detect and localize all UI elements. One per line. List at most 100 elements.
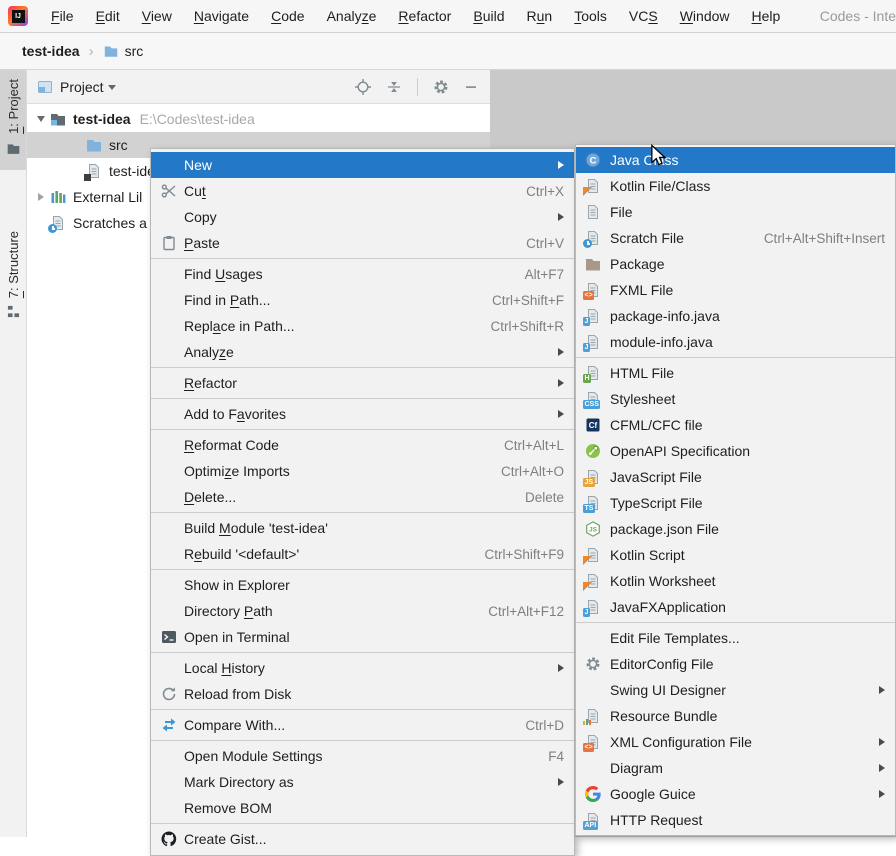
menubar-item-view[interactable]: View [131, 0, 183, 32]
menu-item-shortcut: Ctrl+V [498, 236, 564, 251]
locate-icon[interactable] [355, 79, 371, 95]
collapse-all-icon[interactable] [386, 79, 402, 95]
menu-item-rebuild-default[interactable]: Rebuild '<default>'Ctrl+Shift+F9 [151, 541, 574, 567]
menu-item-delete[interactable]: Delete...Delete [151, 484, 574, 510]
menubar-item-run[interactable]: Run [516, 0, 564, 32]
menu-item-javafxapplication[interactable]: JJavaFXApplication [576, 594, 895, 620]
menu-item-kotlin-file-class[interactable]: Kotlin File/Class [576, 173, 895, 199]
menu-item-replace-in-path[interactable]: Replace in Path...Ctrl+Shift+R [151, 313, 574, 339]
menubar-item-build[interactable]: Build [462, 0, 515, 32]
menu-item-scratch-file[interactable]: Scratch FileCtrl+Alt+Shift+Insert [576, 225, 895, 251]
menu-item-refactor[interactable]: Refactor [151, 370, 574, 396]
menu-item-module-info-java[interactable]: Jmodule-info.java [576, 329, 895, 355]
stripe-tab-project[interactable]: 1: Project [0, 70, 26, 170]
breadcrumb-project[interactable]: test-idea [22, 43, 80, 59]
menu-item-xml-configuration-file[interactable]: <>XML Configuration File [576, 729, 895, 755]
menubar-item-edit[interactable]: Edit [85, 0, 131, 32]
menu-item-fxml-file[interactable]: <>FXML File [576, 277, 895, 303]
menu-item-javascript-file[interactable]: JSJavaScript File [576, 464, 895, 490]
menu-item-reformat-code[interactable]: Reformat CodeCtrl+Alt+L [151, 432, 574, 458]
menu-item-label: Remove BOM [184, 800, 272, 816]
menu-item-add-to-favorites[interactable]: Add to Favorites [151, 401, 574, 427]
menu-item-label: Rebuild '<default>' [184, 546, 299, 562]
menu-item-java-class[interactable]: CJava Class [576, 147, 895, 173]
menu-item-label: Optimize Imports [184, 463, 290, 479]
menu-item-optimize-imports[interactable]: Optimize ImportsCtrl+Alt+O [151, 458, 574, 484]
menu-item-compare-with[interactable]: Compare With...Ctrl+D [151, 712, 574, 738]
new-submenu: CJava ClassKotlin File/ClassFileScratch … [575, 144, 896, 836]
menubar-item-tools[interactable]: Tools [563, 0, 618, 32]
main-menu-bar: FileEditViewNavigateCodeAnalyzeRefactorB… [40, 0, 791, 32]
menubar-item-navigate[interactable]: Navigate [183, 0, 260, 32]
menu-item-cfml-cfc-file[interactable]: CfCFML/CFC file [576, 412, 895, 438]
menu-item-paste[interactable]: PasteCtrl+V [151, 230, 574, 256]
menu-item-directory-path[interactable]: Directory PathCtrl+Alt+F12 [151, 598, 574, 624]
folder-icon [103, 43, 119, 59]
menu-item-typescript-file[interactable]: TSTypeScript File [576, 490, 895, 516]
menu-item-remove-bom[interactable]: Remove BOM [151, 795, 574, 821]
menu-item-edit-file-templates[interactable]: Edit File Templates... [576, 625, 895, 651]
menu-icon-spacer [159, 343, 179, 361]
menu-item-google-guice[interactable]: Google Guice [576, 781, 895, 807]
menu-item-html-file[interactable]: H HTML File [576, 360, 895, 386]
hide-icon[interactable] [464, 80, 478, 94]
menu-item-openapi-specification[interactable]: OpenAPI Specification [576, 438, 895, 464]
menu-separator [576, 357, 895, 358]
menubar-item-analyze[interactable]: Analyze [316, 0, 388, 32]
menu-item-label: Add to Favorites [184, 406, 286, 422]
menu-item-editorconfig-file[interactable]: EditorConfig File [576, 651, 895, 677]
menu-item-reload-from-disk[interactable]: Reload from Disk [151, 681, 574, 707]
menu-item-open-module-settings[interactable]: Open Module SettingsF4 [151, 743, 574, 769]
chevron-down-icon[interactable] [108, 85, 116, 90]
tree-expander-closed-icon[interactable] [33, 193, 49, 201]
menu-item-resource-bundle[interactable]: Resource Bundle [576, 703, 895, 729]
menu-item-package-info-java[interactable]: Jpackage-info.java [576, 303, 895, 329]
menu-item-stylesheet[interactable]: CSSStylesheet [576, 386, 895, 412]
menu-item-open-in-terminal[interactable]: Open in Terminal [151, 624, 574, 650]
menu-item-local-history[interactable]: Local History [151, 655, 574, 681]
menu-icon-spacer [159, 602, 179, 620]
menu-item-label: HTML File [610, 365, 674, 381]
menu-item-find-usages[interactable]: Find UsagesAlt+F7 [151, 261, 574, 287]
java-icon: J [584, 307, 602, 325]
menu-item-build-module-test-idea[interactable]: Build Module 'test-idea' [151, 515, 574, 541]
menubar-item-refactor[interactable]: Refactor [387, 0, 462, 32]
html-icon: H [584, 364, 602, 382]
menu-icon-spacer [159, 659, 179, 677]
menu-item-create-gist[interactable]: Create Gist... [151, 826, 574, 852]
menu-item-kotlin-script[interactable]: Kotlin Script [576, 542, 895, 568]
menu-item-new[interactable]: New [151, 152, 574, 178]
menu-separator [151, 367, 574, 368]
menu-item-analyze[interactable]: Analyze [151, 339, 574, 365]
menu-item-cut[interactable]: CutCtrl+X [151, 178, 574, 204]
menu-item-label: package-info.java [610, 308, 720, 324]
menu-separator [151, 709, 574, 710]
menu-item-copy[interactable]: Copy [151, 204, 574, 230]
menubar-item-file[interactable]: File [40, 0, 85, 32]
menu-item-mark-directory-as[interactable]: Mark Directory as [151, 769, 574, 795]
source-folder-icon [85, 136, 103, 154]
menu-item-show-in-explorer[interactable]: Show in Explorer [151, 572, 574, 598]
structure-icon [7, 305, 20, 323]
breadcrumb-folder[interactable]: src [125, 43, 144, 59]
menu-item-diagram[interactable]: Diagram [576, 755, 895, 781]
menubar-item-code[interactable]: Code [260, 0, 315, 32]
menu-item-kotlin-worksheet[interactable]: Kotlin Worksheet [576, 568, 895, 594]
menu-item-package[interactable]: Package [576, 251, 895, 277]
stripe-tab-structure[interactable]: 7: Structure [0, 222, 26, 332]
menubar-item-help[interactable]: Help [741, 0, 792, 32]
menu-separator [151, 823, 574, 824]
menubar-item-window[interactable]: Window [669, 0, 741, 32]
menu-item-package-json-file[interactable]: JSpackage.json File [576, 516, 895, 542]
tree-expander-open-icon[interactable] [33, 116, 49, 122]
menubar-item-vcs[interactable]: VCS [618, 0, 669, 32]
menu-item-swing-ui-designer[interactable]: Swing UI Designer [576, 677, 895, 703]
panel-title[interactable]: Project [60, 79, 104, 95]
menu-item-find-in-path[interactable]: Find in Path...Ctrl+Shift+F [151, 287, 574, 313]
tree-row-test-idea[interactable]: test-ideaE:\Codes\test-idea [27, 106, 490, 132]
menu-item-http-request[interactable]: APIHTTP Request [576, 807, 895, 833]
menu-item-label: Edit File Templates... [610, 630, 740, 646]
settings-icon[interactable] [433, 79, 449, 95]
menu-item-file[interactable]: File [576, 199, 895, 225]
file-icon [584, 203, 602, 221]
